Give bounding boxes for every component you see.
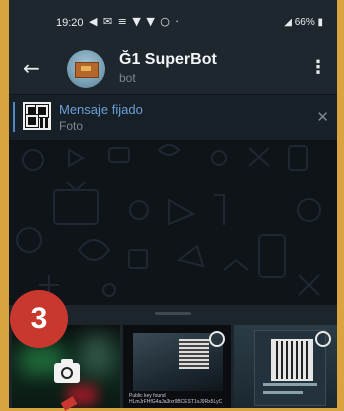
avatar[interactable]	[67, 50, 105, 88]
more-options-icon[interactable]: ⋮	[309, 57, 327, 78]
doodle-pattern	[16, 144, 321, 297]
chat-title[interactable]: Ğ1 SuperBot	[119, 51, 217, 69]
close-pinned-icon[interactable]: ✕	[316, 108, 329, 126]
qr-code-thumbnail	[23, 102, 51, 130]
battery-indicator: ◢ 66% ▮	[284, 17, 323, 28]
step-number-badge: 3	[10, 290, 68, 348]
status-time: 19:20	[56, 17, 84, 29]
select-circle-icon[interactable]	[209, 331, 225, 347]
gallery-photo-1[interactable]: Public key found HLmJrFHfG4aJa3ixr9BCEST…	[123, 325, 231, 408]
photo-caption: Public key found HLmJrFHfG4aJa3ixr9BCEST…	[129, 393, 223, 405]
chat-subtitle: bot	[119, 71, 136, 85]
status-bar: 19:20 ◀ ✉ ≡ ▼ ▼ ○ · ◢ 66% ▮	[9, 0, 337, 44]
back-arrow-icon[interactable]: ←	[23, 56, 40, 80]
pinned-accent-bar	[13, 102, 15, 132]
pinned-title: Mensaje fijado	[59, 102, 143, 117]
chest-icon	[75, 62, 99, 78]
phone-screen: 19:20 ◀ ✉ ≡ ▼ ▼ ○ · ◢ 66% ▮ ← Ğ1 SuperBo…	[9, 0, 337, 408]
notification-icons: ◀ ✉ ≡ ▼ ▼ ○ ·	[89, 15, 180, 28]
sheet-drag-handle[interactable]	[155, 312, 191, 315]
select-circle-icon[interactable]	[315, 331, 331, 347]
chat-header: ← Ğ1 SuperBot bot ⋮	[9, 44, 337, 94]
pinned-message-bar[interactable]: Mensaje fijado Foto ✕	[9, 94, 337, 141]
camera-icon	[54, 359, 80, 383]
pinned-subtitle: Foto	[59, 119, 84, 133]
gallery-photo-2[interactable]	[234, 325, 337, 408]
chat-background	[9, 140, 337, 305]
